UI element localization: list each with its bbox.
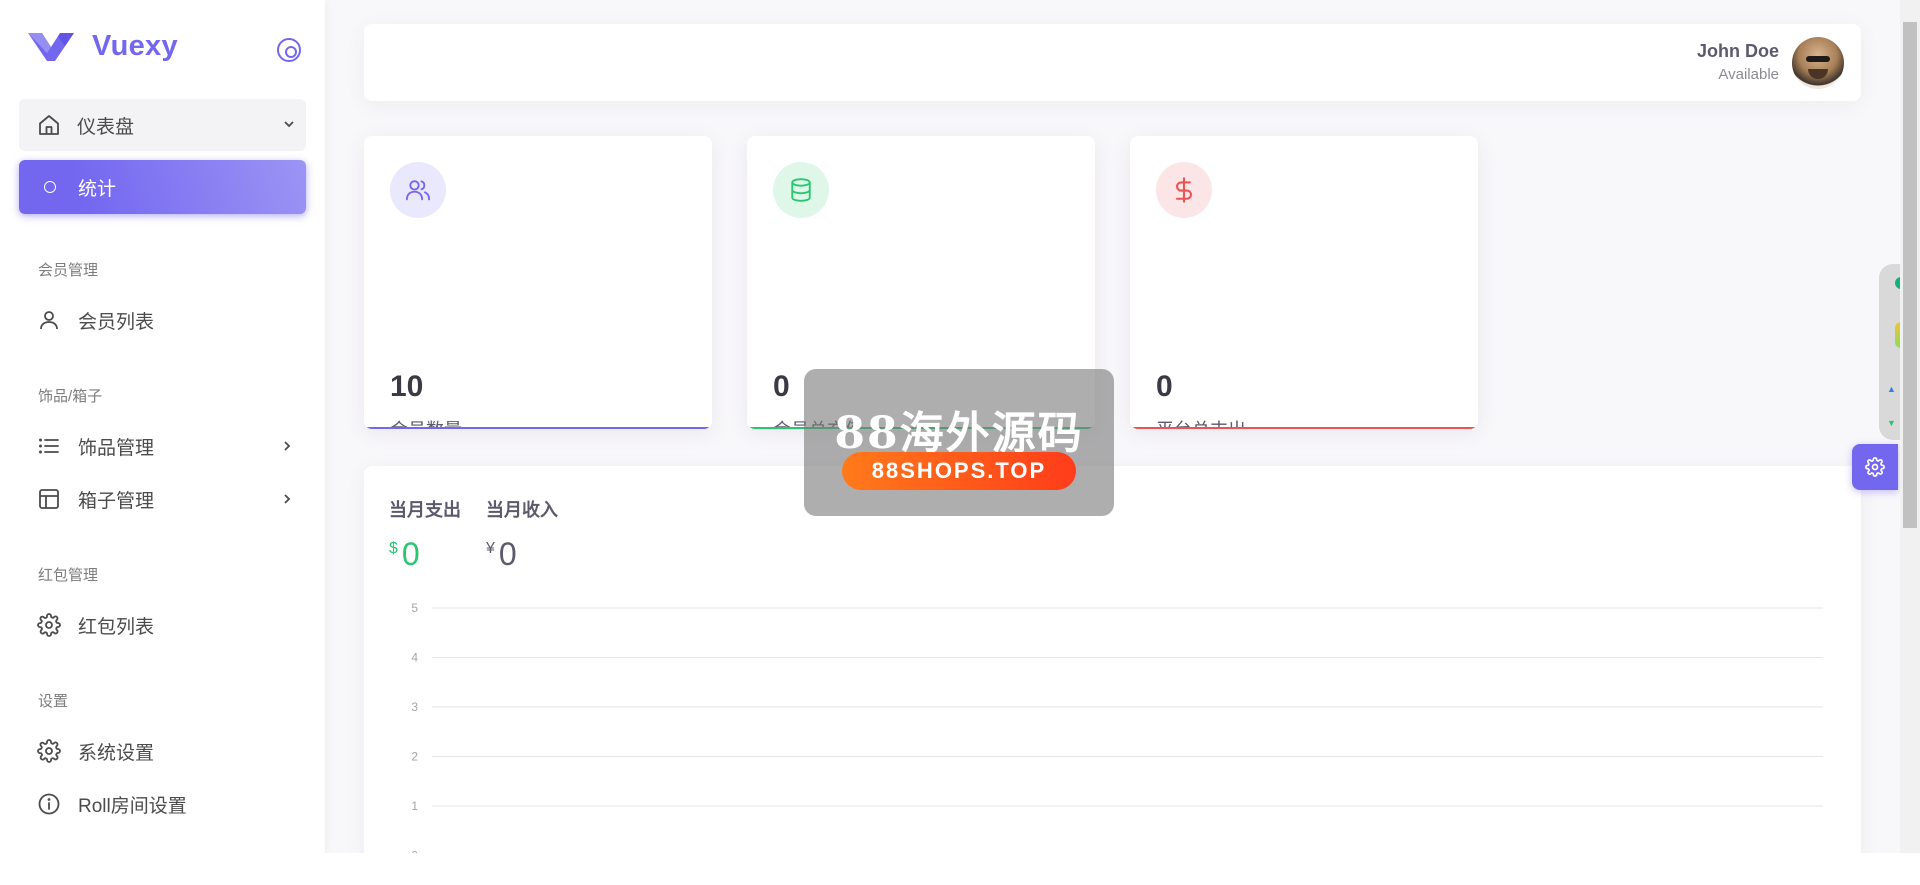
- layout-icon: [37, 487, 61, 511]
- gear-icon: [37, 739, 61, 763]
- sidebar-item-system-settings[interactable]: 系统设置: [19, 728, 306, 774]
- sidebar-item-roll-room-settings[interactable]: Roll房间设置: [19, 781, 306, 827]
- line-chart: 543210: [411, 601, 1823, 863]
- avatar[interactable]: [1792, 37, 1844, 89]
- customizer-gear-button[interactable]: [1852, 444, 1898, 490]
- home-icon: [37, 113, 61, 137]
- sidebar-item-stats[interactable]: 统计: [19, 160, 306, 214]
- sidebar-item-label: 系统设置: [78, 742, 155, 764]
- user-icon: [37, 308, 61, 332]
- stat-card-members: 10 会员数量: [364, 136, 712, 429]
- circle-icon: [44, 181, 56, 193]
- sidebar-item-label: Roll房间设置: [78, 795, 187, 817]
- y-tick-label: 5: [411, 601, 418, 615]
- stat-card-expense: 0 平台总支出: [1130, 136, 1478, 429]
- sidebar-item-member-list[interactable]: 会员列表: [19, 297, 306, 343]
- sidebar-item-label: 统计: [78, 178, 117, 200]
- menu-toggle-icon[interactable]: [277, 38, 301, 62]
- stat-value: 0: [773, 370, 790, 403]
- sidebar-item-label: 箱子管理: [78, 490, 155, 512]
- scrollbar-thumb[interactable]: [1903, 22, 1917, 528]
- brand[interactable]: Vuexy: [28, 30, 178, 63]
- section-header-settings: 设置: [38, 693, 69, 710]
- sidebar-item-red-packet-list[interactable]: 红包列表: [19, 602, 306, 648]
- user-status: Available: [1718, 66, 1779, 83]
- stat-value: 0: [1156, 370, 1173, 403]
- y-tick-label: 4: [411, 651, 418, 665]
- y-tick-label: 3: [411, 700, 418, 714]
- sidebar-item-label: 仪表盘: [77, 116, 135, 138]
- y-tick-label: 2: [411, 750, 418, 764]
- dollar-icon: [1156, 162, 1212, 218]
- list-icon: [37, 434, 61, 458]
- user-name: John Doe: [1696, 41, 1779, 61]
- sidebar-item-label: 饰品管理: [78, 437, 155, 459]
- stat-sparkline: [364, 427, 712, 429]
- stat-value: 10: [390, 370, 424, 403]
- vuexy-logo-icon: [28, 32, 74, 61]
- section-header-items-boxes: 饰品/箱子: [38, 388, 103, 405]
- brand-name: Vuexy: [92, 30, 178, 62]
- database-icon: [773, 162, 829, 218]
- sidebar-item-label: 会员列表: [78, 311, 155, 333]
- chevron-down-icon: [282, 117, 296, 136]
- section-header-members: 会员管理: [38, 262, 99, 279]
- user-info[interactable]: John Doe Available: [1697, 41, 1779, 83]
- gear-icon: [1865, 457, 1885, 477]
- revenue-chart-card: 当月支出 $ 0 当月收入 ¥ 0 543210: [364, 466, 1861, 866]
- chevron-right-icon: [280, 439, 294, 458]
- y-tick-label: 1: [411, 799, 418, 813]
- stat-sparkline: [1130, 427, 1478, 429]
- chevron-right-icon: [280, 492, 294, 511]
- top-navbar: John Doe Available: [364, 24, 1861, 101]
- sidebar-item-label: 红包列表: [78, 616, 155, 638]
- sidebar-item-box-management[interactable]: 箱子管理: [19, 476, 306, 522]
- sidebar: Vuexy 仪表盘 统计 会员管理 会员列表 饰品/箱子 饰品管理 箱子管理 红…: [0, 0, 325, 853]
- users-icon: [390, 162, 446, 218]
- sidebar-item-dashboard[interactable]: 仪表盘: [19, 99, 306, 151]
- section-header-red-packets: 红包管理: [38, 567, 99, 584]
- info-icon: [37, 792, 61, 816]
- sidebar-item-item-management[interactable]: 饰品管理: [19, 423, 306, 469]
- bottom-strip: [0, 853, 1920, 885]
- watermark-overlay: 88海外源码 88SHOPS.TOP: [804, 369, 1114, 516]
- gear-icon: [37, 613, 61, 637]
- watermark-url: 88SHOPS.TOP: [842, 452, 1076, 490]
